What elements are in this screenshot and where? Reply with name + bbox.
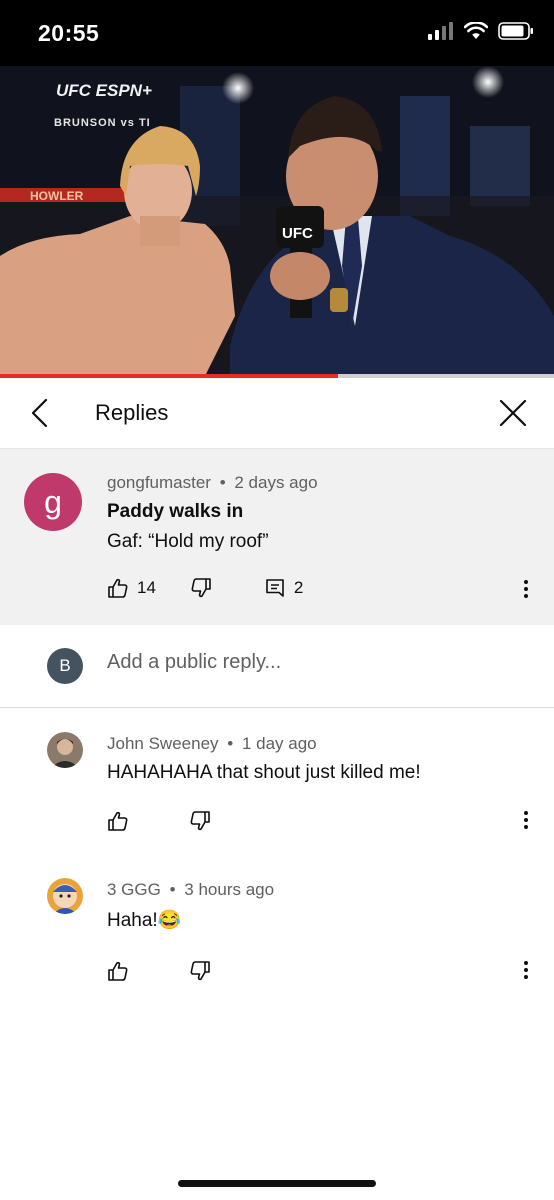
video-frame-illustration: HOWLER UFC UFC ESPN+ BRUNSON vs TI — [0, 66, 554, 376]
howler-banner-text: HOWLER — [30, 189, 84, 203]
reply-meta: 3 GGG • 3 hours ago — [107, 880, 274, 900]
like-count: 14 — [137, 578, 156, 597]
more-options-icon[interactable] — [516, 958, 536, 982]
reply-text: Haha!😂 — [107, 910, 182, 931]
more-options-icon[interactable] — [516, 808, 536, 832]
video-player[interactable]: HOWLER UFC UFC ESPN+ BRUNSON vs TI — [0, 66, 554, 376]
meta-separator: • — [169, 880, 176, 899]
avatar[interactable] — [47, 878, 83, 914]
event-title-text: BRUNSON vs TI — [54, 117, 151, 129]
thumbs-up-icon — [108, 961, 128, 981]
cellular-signal-icon — [428, 22, 453, 40]
reply-time: 3 hours ago — [184, 880, 275, 899]
reply-time: 1 day ago — [241, 734, 317, 753]
dislike-button[interactable] — [189, 960, 211, 982]
thumbs-down-icon — [190, 961, 210, 981]
close-icon[interactable] — [496, 396, 530, 430]
avatar[interactable] — [47, 732, 83, 768]
meta-separator: • — [219, 473, 226, 492]
meta-separator: • — [227, 734, 234, 753]
reply-actions — [107, 960, 211, 982]
reply-item: 3 GGG • 3 hours ago Haha!😂 — [0, 856, 554, 1006]
comment-actions: 14 2 — [107, 577, 303, 599]
replies-header: Replies — [0, 378, 554, 449]
wifi-icon — [464, 22, 488, 39]
like-button[interactable] — [107, 960, 129, 982]
thumbs-up-icon — [108, 811, 128, 831]
thumbs-down-icon — [191, 578, 211, 598]
comment-meta: gongfumaster • 2 days ago — [107, 473, 318, 493]
status-bar: 20:55 — [0, 0, 554, 66]
mic-logo-text: UFC — [282, 225, 313, 242]
thumbs-up-icon — [108, 578, 128, 598]
profile-cartoon-icon — [47, 878, 83, 914]
dislike-button[interactable] — [189, 810, 211, 832]
profile-photo-icon — [47, 732, 83, 768]
battery-icon — [498, 22, 533, 40]
reply-input[interactable]: Add a public reply... — [107, 651, 281, 674]
comment-time: 2 days ago — [234, 473, 318, 492]
status-time: 20:55 — [38, 20, 100, 46]
comment-text: Gaf: “Hold my roof” — [107, 531, 269, 552]
comment-author[interactable]: gongfumaster — [107, 473, 211, 492]
like-button[interactable]: 14 — [107, 577, 156, 599]
reply-item: John Sweeney • 1 day ago HAHAHAHA that s… — [0, 708, 554, 848]
reply-author[interactable]: John Sweeney — [107, 734, 219, 753]
dislike-button[interactable] — [190, 577, 212, 599]
home-indicator[interactable] — [178, 1180, 376, 1187]
like-button[interactable] — [107, 810, 129, 832]
ufc-espn-logo: UFC ESPN+ — [56, 81, 152, 100]
reply-count: 2 — [293, 578, 304, 597]
back-arrow-icon[interactable] — [24, 396, 58, 430]
avatar[interactable]: g — [24, 473, 82, 531]
reply-actions — [107, 810, 211, 832]
parent-comment: g gongfumaster • 2 days ago Paddy walks … — [0, 449, 554, 625]
user-avatar: B — [47, 648, 83, 684]
comment-title: Paddy walks in — [107, 501, 244, 522]
reply-text: HAHAHAHA that shout just killed me! — [107, 762, 421, 783]
reply-meta: John Sweeney • 1 day ago — [107, 734, 317, 754]
more-options-icon[interactable] — [516, 577, 536, 601]
reply-count-button[interactable]: 2 — [264, 577, 303, 599]
reply-author[interactable]: 3 GGG — [107, 880, 161, 899]
add-reply-row: B Add a public reply... — [0, 625, 554, 708]
thumbs-down-icon — [190, 811, 210, 831]
reply-comment-icon — [266, 579, 284, 597]
status-icons — [428, 22, 534, 40]
replies-title: Replies — [95, 400, 169, 425]
